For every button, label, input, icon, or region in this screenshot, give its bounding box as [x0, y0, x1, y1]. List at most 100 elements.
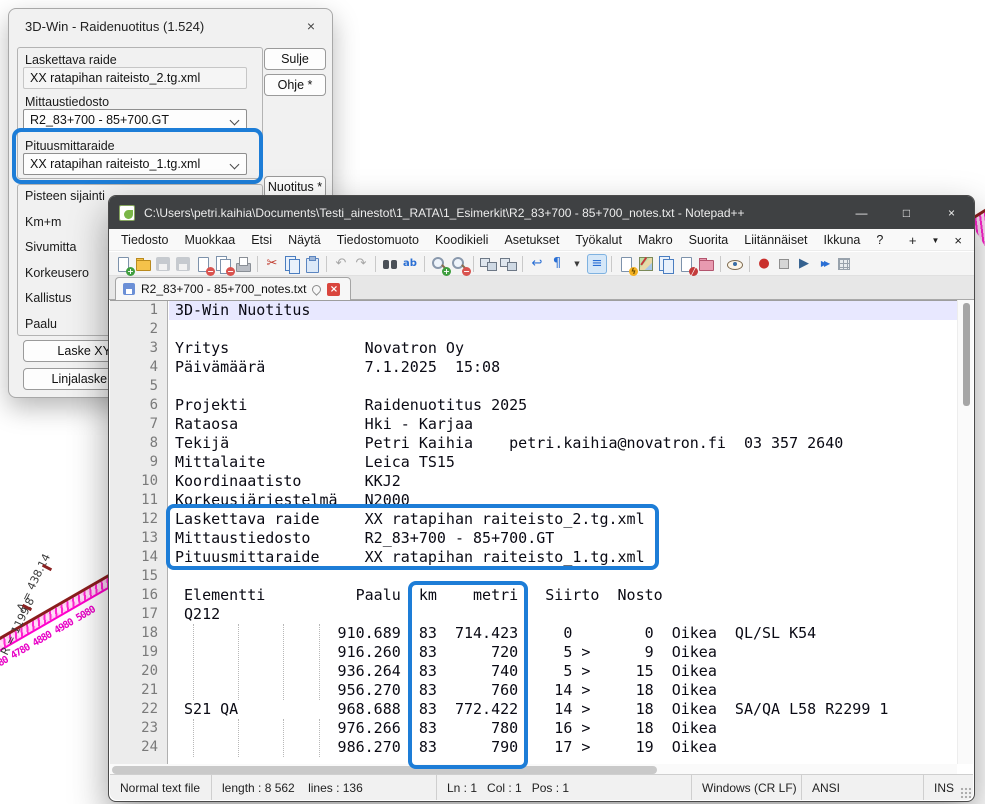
ohje-button[interactable]: Ohje * — [264, 74, 326, 96]
view-monitor-icon[interactable] — [725, 254, 745, 274]
macro-run-multiple-icon[interactable]: ▶▶ — [814, 254, 834, 274]
plus-badge-icon: + — [442, 267, 451, 276]
function-list-icon[interactable]: ϟ — [616, 254, 636, 274]
macro-stop-icon[interactable] — [774, 254, 794, 274]
resize-grip[interactable] — [960, 787, 971, 798]
menu-nyt[interactable]: Näytä — [280, 229, 329, 251]
point-location-item[interactable]: Korkeusero — [25, 266, 89, 280]
indent-guide-icon[interactable]: ≡ — [587, 254, 607, 274]
tab-close-icon[interactable]: × — [327, 283, 340, 296]
line-number-gutter: 123456789101112131415161718192021222324 — [110, 301, 168, 764]
pin-tab-icon[interactable] — [311, 283, 324, 296]
show-all-characters-menu-icon[interactable]: ▼ — [567, 254, 587, 274]
save-icon[interactable] — [153, 254, 173, 274]
editor-line: 956.270 83 760 14 > 18 Oikea — [169, 681, 957, 700]
line-number: 15 — [110, 567, 167, 586]
menu-ikkuna[interactable]: Ikkuna — [816, 229, 869, 251]
toolbar-separator — [611, 256, 612, 272]
vertical-scrollbar[interactable] — [957, 300, 973, 764]
status-encoding: ANSI — [802, 775, 924, 800]
save-all-icon[interactable] — [173, 254, 193, 274]
show-all-characters-icon[interactable]: ¶ — [547, 254, 567, 274]
status-bar: Normal text file length : 8 562 lines : … — [110, 774, 973, 800]
vertical-scrollbar-thumb[interactable] — [963, 303, 970, 406]
minus-badge-icon: − — [206, 267, 215, 276]
line-number: 21 — [110, 681, 167, 700]
maximize-button[interactable]: □ — [884, 196, 929, 229]
menubar-extra-control[interactable]: ▼ — [931, 236, 939, 245]
point-location-item[interactable]: Paalu — [25, 317, 57, 331]
close-button[interactable]: × — [929, 196, 974, 229]
paste-icon[interactable] — [302, 254, 322, 274]
menu-suorita[interactable]: Suorita — [681, 229, 737, 251]
undo-icon[interactable]: ↶ — [331, 254, 351, 274]
line-number: 16 — [110, 586, 167, 605]
pituusmittaraide-dropdown[interactable]: XX ratapihan raiteisto_1.tg.xml — [23, 153, 247, 175]
tab-label: R2_83+700 - 85+700_notes.txt — [141, 282, 306, 296]
point-location-item[interactable]: Sivumitta — [25, 240, 76, 254]
tab-document[interactable]: R2_83+700 - 85+700_notes.txt × — [115, 277, 351, 300]
zoom-out-icon[interactable]: − — [449, 254, 469, 274]
horizontal-scrollbar-thumb[interactable] — [112, 766, 657, 774]
file-browser-icon[interactable]: ╱ — [676, 254, 696, 274]
menu-makro[interactable]: Makro — [630, 229, 681, 251]
sync-scroll-vertical-icon[interactable] — [478, 254, 498, 274]
menubar-extra-control[interactable]: × — [954, 233, 962, 248]
menu-tiedosto[interactable]: Tiedosto — [113, 229, 176, 251]
tab-bar: R2_83+700 - 85+700_notes.txt × — [109, 276, 974, 300]
chevron-down-icon — [230, 116, 240, 126]
editor-line: Projekti Raidenuotitus 2025 — [169, 396, 957, 415]
bolt-badge-icon: ϟ — [629, 267, 638, 276]
cut-icon[interactable]: ✂ — [262, 254, 282, 274]
zoom-in-icon[interactable]: + — [429, 254, 449, 274]
find-icon[interactable] — [380, 254, 400, 274]
line-number: 7 — [110, 415, 167, 434]
document-list-icon[interactable] — [656, 254, 676, 274]
word-wrap-icon[interactable]: ↩ — [527, 254, 547, 274]
line-number: 24 — [110, 738, 167, 757]
point-location-item[interactable]: Km+m — [25, 215, 61, 229]
saved-file-icon — [123, 283, 135, 295]
line-number: 11 — [110, 491, 167, 510]
open-file-icon[interactable] — [133, 254, 153, 274]
laskettava-raide-label: Laskettava raide — [25, 53, 117, 67]
menubar-extra-control[interactable]: + — [909, 233, 917, 248]
sync-scroll-horizontal-icon[interactable] — [498, 254, 518, 274]
document-map-icon[interactable] — [636, 254, 656, 274]
new-file-icon[interactable]: + — [113, 254, 133, 274]
point-location-item[interactable]: Kallistus — [25, 291, 72, 305]
minus-badge-icon: − — [462, 267, 471, 276]
dialog-close-icon[interactable]: × — [300, 15, 322, 37]
point-location-item[interactable]: Pisteen sijainti — [25, 189, 105, 203]
editor-area[interactable]: 123456789101112131415161718192021222324 … — [110, 300, 973, 764]
line-number: 5 — [110, 377, 167, 396]
menu-etsi[interactable]: Etsi — [243, 229, 280, 251]
macro-play-icon[interactable]: ▶ — [794, 254, 814, 274]
menu-tykalut[interactable]: Työkalut — [567, 229, 630, 251]
menu-liitnniset[interactable]: Liitännäiset — [736, 229, 815, 251]
menu-tiedostomuoto[interactable]: Tiedostomuoto — [329, 229, 427, 251]
menu-?[interactable]: ? — [868, 229, 891, 251]
menu-koodikieli[interactable]: Koodikieli — [427, 229, 497, 251]
line-number: 23 — [110, 719, 167, 738]
menu-muokkaa[interactable]: Muokkaa — [176, 229, 243, 251]
folder-as-workspace-icon[interactable] — [696, 254, 716, 274]
sulje-button[interactable]: Sulje — [264, 48, 326, 70]
mittaustiedosto-dropdown[interactable]: R2_83+700 - 85+700.GT — [23, 109, 247, 131]
redo-icon[interactable]: ↷ — [351, 254, 371, 274]
line-number: 19 — [110, 643, 167, 662]
copy-icon[interactable] — [282, 254, 302, 274]
print-icon[interactable] — [233, 254, 253, 274]
close-all-files-icon[interactable]: − — [213, 254, 233, 274]
editor-lines: 3D-Win NuotitusYritys Novatron OyPäivämä… — [169, 301, 957, 764]
minimize-button[interactable]: — — [839, 196, 884, 229]
replace-icon[interactable]: ab — [400, 254, 420, 274]
menu-asetukset[interactable]: Asetukset — [496, 229, 567, 251]
close-file-icon[interactable]: − — [193, 254, 213, 274]
line-number: 12 — [110, 510, 167, 529]
laskettava-raide-field[interactable]: XX ratapihan raiteisto_2.tg.xml — [23, 67, 247, 89]
macro-record-icon[interactable]: ● — [754, 254, 774, 274]
line-number: 6 — [110, 396, 167, 415]
toolbar-separator — [473, 256, 474, 272]
macro-save-icon[interactable] — [834, 254, 854, 274]
